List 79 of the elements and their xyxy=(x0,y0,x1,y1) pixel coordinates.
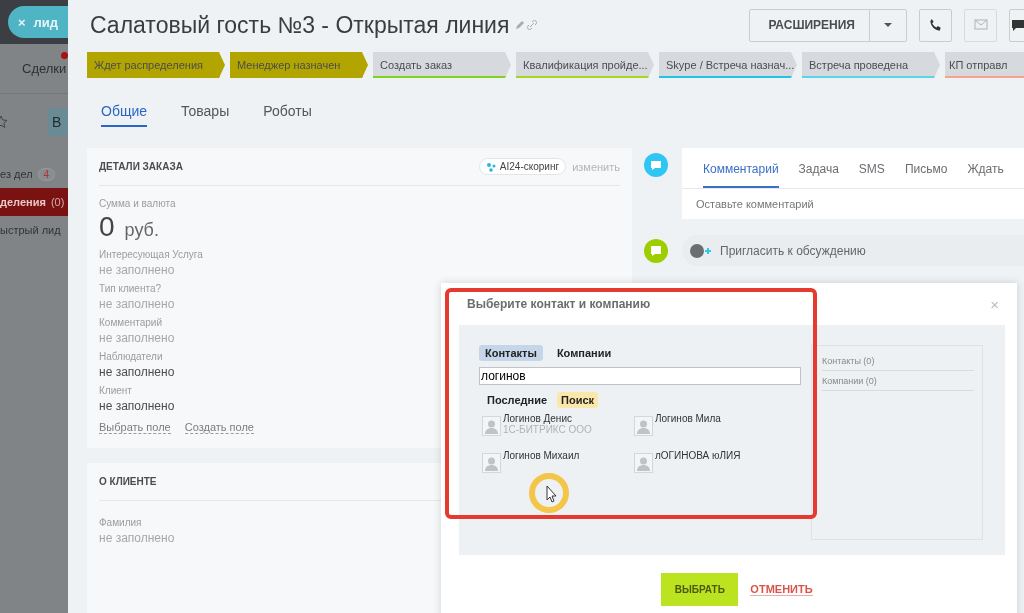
field-label: Тип клиента? xyxy=(99,283,162,294)
entity-tab[interactable]: Компании xyxy=(550,345,618,361)
field-value: не заполнено xyxy=(99,399,175,413)
amount-value: 0 xyxy=(99,211,115,243)
field-link[interactable]: Выбрать поле xyxy=(99,421,171,434)
composer-tab[interactable]: Письмо xyxy=(904,162,948,188)
page-title: Салатовый гость №3 - Открытая линия xyxy=(90,11,510,39)
extensions-dropdown[interactable]: РАСШИРЕНИЯ xyxy=(749,8,907,42)
count-badge: 4 xyxy=(37,167,56,181)
contact-name[interactable]: Логинов Михаил xyxy=(503,450,580,461)
stage-step[interactable]: Встреча проведена xyxy=(802,52,940,78)
phone-button[interactable] xyxy=(919,8,952,42)
avatar-icon xyxy=(482,416,501,436)
field-label: Сумма и валюта xyxy=(99,198,176,209)
search-field[interactable]: логинов xyxy=(479,367,801,385)
cancel-link[interactable]: ОТМЕНИТЬ xyxy=(750,583,813,596)
avatar-icon xyxy=(634,453,653,473)
tab[interactable]: Роботы xyxy=(263,102,312,127)
field-value: не заполнено xyxy=(99,297,175,311)
nav-label[interactable]: Сделки xyxy=(22,61,67,76)
filter-item[interactable]: ез дел 4 xyxy=(0,160,68,188)
stage-step[interactable]: Skype / Встреча назнач... xyxy=(659,52,797,78)
toolbar-button[interactable]: В xyxy=(48,108,68,136)
field-value: не заполнено xyxy=(99,331,175,345)
field-label: Клиент xyxy=(99,385,132,396)
composer-tab[interactable]: SMS xyxy=(858,162,885,188)
stage-step[interactable]: Квалификация пройде... xyxy=(516,52,654,78)
extensions-button[interactable]: РАСШИРЕНИЯ xyxy=(750,9,870,41)
composer-tab[interactable]: Комментарий xyxy=(703,162,779,188)
contact-company: 1С-БИТРИКС ООО xyxy=(503,424,592,435)
mail-icon xyxy=(973,18,988,32)
chat-icon xyxy=(1010,18,1024,32)
entity-tab[interactable]: Контакты xyxy=(479,345,543,361)
stage-step[interactable]: Менеджер назначен xyxy=(230,52,368,78)
dialog-title: Выберите контакт и компанию xyxy=(466,297,651,311)
chat-icon xyxy=(644,238,668,263)
stage-step[interactable]: КП отправл xyxy=(945,52,1024,78)
mode-tab[interactable]: Последние xyxy=(483,392,552,408)
phone-icon xyxy=(928,17,943,33)
field-value: не заполнено xyxy=(99,531,175,545)
selected-group: Контакты (0) xyxy=(822,351,974,371)
tab[interactable]: Общие xyxy=(101,102,148,127)
comment-field[interactable]: Оставьте комментарий xyxy=(682,189,1024,219)
tab[interactable]: Товары xyxy=(181,102,230,127)
contact-name[interactable]: Логинов Мила xyxy=(655,413,721,424)
currency: руб. xyxy=(124,220,159,241)
avatar-icon xyxy=(482,453,501,473)
field-value: не заполнено xyxy=(99,365,175,379)
mail-button[interactable] xyxy=(964,8,997,42)
composer-tab[interactable]: Ждать xyxy=(967,162,1004,188)
contact-name[interactable]: Логинов Денис xyxy=(503,413,592,424)
invite-text: Пригласить к обсуждению xyxy=(720,243,866,258)
field-label: Комментарий xyxy=(99,317,162,328)
link-icon[interactable] xyxy=(527,20,538,30)
filter-item[interactable]: деления (0) xyxy=(0,188,68,216)
mode-tab[interactable]: Поиск xyxy=(557,392,599,408)
stage-step[interactable]: Ждет распределения xyxy=(87,52,225,78)
caret-icon xyxy=(884,21,892,29)
filter-item[interactable]: ыстрый лид xyxy=(0,216,68,244)
field-link[interactable]: Создать поле xyxy=(184,421,254,434)
scoring-button[interactable]: AI24-скоринг xyxy=(478,158,567,175)
card-title: ДЕТАЛИ ЗАКАЗА xyxy=(99,161,183,172)
cursor-icon xyxy=(528,472,570,514)
invite-bar[interactable]: Пригласить к обсуждению xyxy=(682,235,1024,266)
card-title: О КЛИЕНТЕ xyxy=(99,476,157,487)
stage-step[interactable]: Создать заказ xyxy=(373,52,511,78)
select-button[interactable]: ВЫБРАТЬ xyxy=(661,573,739,606)
selected-group: Компании (0) xyxy=(822,371,974,391)
field-label: Интересующая Услуга xyxy=(99,249,203,260)
filter-count: (0) xyxy=(50,196,65,208)
avatar-icon xyxy=(634,416,653,436)
field-label: Фамилия xyxy=(99,517,142,528)
field-value: не заполнено xyxy=(99,263,175,277)
field-label: Наблюдатели xyxy=(99,351,163,362)
composer-tab[interactable]: Задача xyxy=(798,162,839,188)
molecule-icon xyxy=(485,161,496,172)
pencil-icon[interactable] xyxy=(515,20,526,30)
comment-icon xyxy=(644,153,668,177)
contact-name[interactable]: лОГИНОВА юЛИЯ xyxy=(655,450,741,461)
